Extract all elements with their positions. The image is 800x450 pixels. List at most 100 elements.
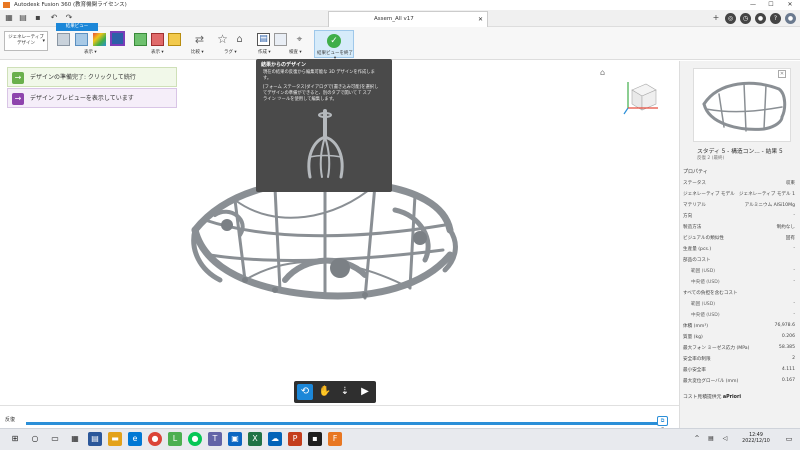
- system-clock[interactable]: 12:49 2022/12/10: [736, 433, 776, 445]
- property-key: 範囲 (USD): [691, 269, 716, 274]
- property-value: -: [793, 268, 795, 273]
- create-table-icon[interactable]: ▤: [257, 33, 270, 46]
- calendar-app-icon[interactable]: ▤: [88, 432, 102, 446]
- notifications-icon[interactable]: ●: [755, 13, 766, 24]
- look-at-icon[interactable]: ⇣: [337, 384, 353, 400]
- property-key: 中央値 (USD): [691, 313, 720, 318]
- group-label-compare[interactable]: 比較 ▾: [191, 49, 204, 55]
- close-window-button[interactable]: ✕: [781, 0, 799, 10]
- property-value: 固有: [785, 236, 795, 241]
- widgets-icon[interactable]: ▦: [68, 432, 82, 446]
- finish-results-view-button[interactable]: ✓ 結果ビューを終了 ▾: [314, 30, 354, 61]
- task-view-icon[interactable]: ▭: [48, 432, 62, 446]
- line-app-icon[interactable]: L: [168, 432, 182, 446]
- view-yellow-icon[interactable]: [168, 33, 181, 46]
- maximize-button[interactable]: ☐: [762, 0, 780, 10]
- property-row: 質量 (kg) 0.206: [683, 334, 795, 344]
- chat-app-icon[interactable]: ●: [188, 432, 202, 446]
- volume-icon[interactable]: ◁: [718, 432, 732, 446]
- group-label-inspect[interactable]: 検査 ▾: [289, 49, 302, 55]
- property-key: 最大フォン ミーゼス応力 (MPa): [683, 346, 750, 351]
- file-menu-icon[interactable]: ▤: [18, 13, 28, 23]
- home-view-icon[interactable]: ⌂: [600, 68, 605, 77]
- group-label-display-2[interactable]: 表示 ▾: [151, 49, 164, 55]
- display-mesh-icon[interactable]: [75, 33, 88, 46]
- undo-icon[interactable]: ↶: [49, 13, 59, 23]
- chrome-browser-icon[interactable]: ●: [148, 432, 162, 446]
- orbit-icon[interactable]: ⟲: [297, 384, 313, 400]
- view-red-icon[interactable]: [151, 33, 164, 46]
- notice-design-ready[interactable]: → デザインの準備完了: クリックして続行: [7, 67, 177, 87]
- view-green-icon[interactable]: [134, 33, 147, 46]
- group-label-display-1[interactable]: 表示 ▾: [84, 49, 97, 55]
- property-row: 安全率の制限 2: [683, 356, 795, 366]
- job-status-icon[interactable]: ◷: [740, 13, 751, 24]
- result-thumbnail[interactable]: [693, 68, 791, 142]
- terminal-app-icon[interactable]: ▪: [308, 432, 322, 446]
- redo-icon[interactable]: ↷: [64, 13, 74, 23]
- app-icon-1[interactable]: ▣: [228, 432, 242, 446]
- data-panel-grid-icon[interactable]: ▦: [4, 13, 14, 23]
- group-label-tag[interactable]: ラグ ▾: [224, 49, 237, 55]
- property-value: -: [793, 279, 795, 284]
- add-tab-icon[interactable]: +: [711, 13, 721, 23]
- network-icon[interactable]: ▤: [704, 432, 718, 446]
- save-icon[interactable]: ▪: [33, 13, 43, 23]
- property-key: 中央値 (USD): [691, 280, 720, 285]
- tag-icon[interactable]: ⌂: [233, 33, 246, 46]
- star-icon[interactable]: ☆: [216, 33, 229, 46]
- powerpoint-app-icon[interactable]: P: [288, 432, 302, 446]
- display-stress-icon[interactable]: [93, 33, 106, 46]
- create-model-icon[interactable]: [274, 33, 287, 46]
- property-key: 質量 (kg): [683, 335, 703, 340]
- property-row: マテリアル アルミニウム AlSi10Mg: [683, 202, 795, 212]
- workspace-switcher[interactable]: ジェネレーティブ デザイン ▾: [4, 31, 48, 51]
- search-icon[interactable]: ○: [28, 432, 42, 446]
- display-shaded-icon[interactable]: [57, 33, 70, 46]
- property-key: 範囲 (USD): [691, 302, 716, 307]
- property-value: 収束: [785, 181, 795, 186]
- notice-design-preview-text: デザイン プレビューを表示しています: [30, 95, 134, 102]
- property-value: 58.385: [778, 345, 795, 350]
- display-preview-icon[interactable]: [110, 31, 125, 46]
- property-value: 0.167: [781, 378, 795, 383]
- tray-chevron-icon[interactable]: ^: [690, 432, 704, 446]
- property-value: 2: [792, 356, 795, 361]
- excel-app-icon[interactable]: X: [248, 432, 262, 446]
- view-cube[interactable]: [622, 76, 662, 116]
- pan-icon[interactable]: ✋: [317, 384, 333, 400]
- group-label-create[interactable]: 作成 ▾: [258, 49, 271, 55]
- onedrive-app-icon[interactable]: ☁: [268, 432, 282, 446]
- property-key: 安全率の制限: [683, 357, 711, 362]
- cost-provider-label: コスト見積提供元: [683, 395, 722, 400]
- teams-app-icon[interactable]: T: [208, 432, 222, 446]
- iteration-slider-track[interactable]: [26, 422, 662, 425]
- thumbnail-close-icon[interactable]: ✕: [778, 70, 786, 78]
- tab-results-view[interactable]: 結果ビュー: [56, 23, 98, 31]
- close-tab-icon[interactable]: ✕: [478, 12, 483, 27]
- windows-start-icon[interactable]: ⊞: [8, 432, 22, 446]
- notice-design-preview[interactable]: → デザイン プレビューを表示しています: [7, 88, 177, 108]
- tooltip-title: 結果からのデザイン: [261, 62, 307, 68]
- fusion-360-taskbar-icon[interactable]: F: [328, 432, 342, 446]
- camera-icon[interactable]: ▶: [357, 384, 373, 400]
- compare-icon[interactable]: ⇄: [193, 33, 206, 46]
- inspect-icon[interactable]: ⌖: [293, 33, 306, 46]
- file-explorer-icon[interactable]: ▬: [108, 432, 122, 446]
- extensions-icon[interactable]: ◎: [725, 13, 736, 24]
- minimize-button[interactable]: —: [744, 0, 762, 10]
- help-icon[interactable]: ?: [770, 13, 781, 24]
- edge-browser-icon[interactable]: e: [128, 432, 142, 446]
- property-value: 4.111: [781, 367, 795, 372]
- property-row: 部品のコスト: [683, 257, 795, 267]
- apriori-logo[interactable]: aPriori: [723, 395, 741, 400]
- property-row: 中央値 (USD) -: [683, 279, 795, 289]
- property-key: すべての負担を含むコスト: [683, 291, 738, 296]
- iteration-slider-handle[interactable]: ⧉: [657, 416, 668, 426]
- user-avatar[interactable]: ●: [785, 13, 796, 24]
- iteration-timeline: 反復 ⧉ 2: [0, 405, 679, 433]
- notification-center-icon[interactable]: ▭: [782, 432, 796, 446]
- tooltip-preview-image: [307, 109, 344, 179]
- document-tab[interactable]: Assem_All v17 ✕: [328, 11, 488, 27]
- property-key: 最大変位グローバル (mm): [683, 379, 739, 384]
